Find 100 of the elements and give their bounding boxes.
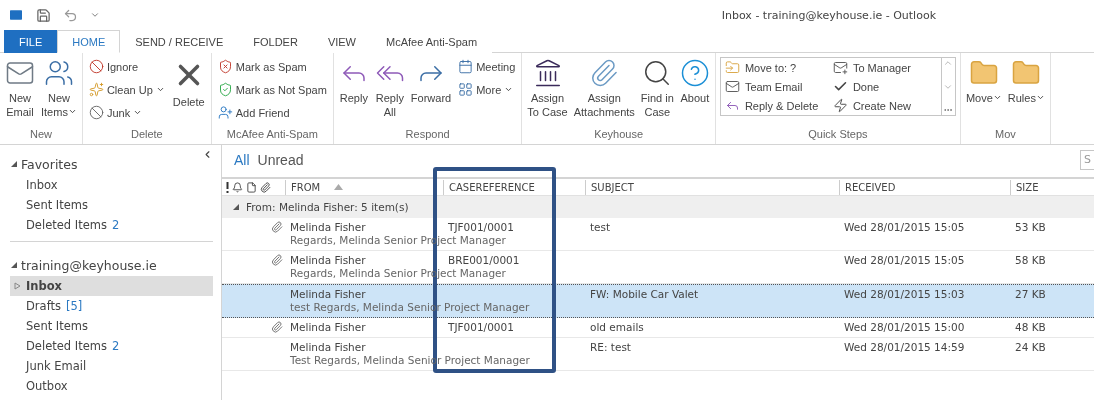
expanded-icon[interactable] [232,203,240,211]
ribbon-button[interactable]: Add Friend [215,102,329,123]
ribbon-button[interactable]: Move [964,56,1003,107]
ribbon-button[interactable]: Ignore [86,56,167,77]
folder-name: Sent Items [26,319,88,333]
ribbon-button[interactable]: More [456,79,518,100]
received-date: Wed 28/01/2015 15:05 [843,254,966,266]
sender-name: Melinda Fisher [289,254,367,266]
item-count: 2 [111,218,120,232]
received-date: Wed 28/01/2015 15:00 [843,321,966,333]
folder-item[interactable]: Junk Email [10,356,213,376]
undo-icon[interactable] [63,7,78,23]
case-reference: TJF001/0001 [447,321,515,333]
subject-text: test [589,221,612,233]
folder-item[interactable]: Deleted Items 2 [10,215,213,235]
expand-icon[interactable] [14,282,21,290]
column-header[interactable]: RECEIVED [839,179,1010,195]
quick-step[interactable]: To Manager [830,58,939,77]
ribbon-button[interactable]: Forward [409,56,453,107]
group-label: Mov [995,128,1016,142]
ribbon-button[interactable]: Assign Attachments [572,56,636,121]
column-header[interactable]: CASEREFERENCE [443,179,585,195]
ribbon-button[interactable]: Reply [337,56,370,107]
message-row[interactable]: Melinda Fisher TJF001/0001 old emails Wed 28/01/2015 15:00 48 KB [222,318,1094,338]
ribbon-button[interactable]: New Email [4,56,36,121]
not-spam-icon [217,82,233,97]
importance-icon[interactable] [226,181,229,193]
group-label: McAfee Anti-Spam [226,128,318,142]
ribbon-button[interactable]: New Items [40,56,78,121]
received-date: Wed 28/01/2015 15:05 [843,221,966,233]
group-label: Keyhouse [594,128,644,142]
ribbon-tab[interactable]: HOME [57,30,121,53]
folder-item[interactable]: Inbox [10,175,213,195]
case-reference: BRE001/0001 [447,254,521,266]
ribbon-button[interactable]: Delete [170,56,207,111]
document-icon[interactable] [246,181,257,193]
add-friend-icon [217,105,233,120]
ribbon-button[interactable]: Meeting [456,56,518,77]
section-label[interactable]: Favorites [21,156,78,172]
folder-item[interactable]: Inbox [10,276,213,296]
paperclip-icon [589,58,620,88]
quick-step[interactable]: Move to: ? [722,58,831,77]
group-label: From: Melinda Fisher: 5 item(s) [246,201,409,213]
ribbon-button[interactable]: About [678,56,711,107]
more-icon [458,82,474,97]
sender-name: Melinda Fisher [289,221,367,233]
filter-tab[interactable]: All [234,152,250,168]
window-title: Inbox - training@keyhouse.ie - Outlook [721,8,936,22]
calendar-icon [458,59,474,74]
group-label: Respond [405,128,450,142]
ribbon-button[interactable]: Clean Up [86,79,167,100]
quick-step[interactable]: Done [830,77,939,96]
folder-name: Outbox [26,379,68,393]
ribbon-button[interactable]: Assign To Case [526,56,569,121]
ribbon-button[interactable]: Mark as Not Spam [215,79,329,100]
app-logo-icon[interactable] [8,7,24,23]
lightning-icon [832,98,848,113]
item-count: 2 [111,339,120,353]
ribbon-button[interactable]: Junk [86,102,167,123]
quick-step[interactable]: Create New [830,96,939,115]
folder-name: Inbox [26,178,58,192]
folder-name: Deleted Items [26,218,107,232]
ribbon-button[interactable]: Find in Case [639,56,675,121]
size-text: 48 KB [1014,321,1047,333]
folder-name: Deleted Items [26,339,107,353]
filter-tab[interactable]: Unread [257,152,304,168]
save-icon[interactable] [36,7,51,23]
expanded-icon[interactable] [10,261,18,269]
ribbon-button[interactable]: Rules [1006,56,1046,107]
size-text: 53 KB [1014,221,1047,233]
group-header[interactable]: From: Melinda Fisher: 5 item(s) [222,196,1094,218]
quick-step[interactable]: Reply & Delete [722,96,831,115]
ribbon-button[interactable]: Reply All [373,56,406,121]
quick-step[interactable]: Team Email [722,77,831,96]
column-header[interactable]: SIZE [1010,179,1094,195]
folder-item[interactable]: Drafts [5] [10,296,213,316]
help-icon [679,58,710,88]
folder-item[interactable]: Deleted Items 2 [10,336,213,356]
folder-name: Inbox [26,279,63,293]
subject-text: RE: test [589,341,632,353]
folder-item[interactable]: Outbox [10,376,213,396]
spam-icon [217,59,233,74]
expanded-icon[interactable] [10,160,18,168]
received-date: Wed 28/01/2015 14:59 [843,341,966,353]
folder-name: Drafts [26,299,61,313]
ribbon-button[interactable]: Mark as Spam [215,56,329,77]
ignore-icon [88,59,104,74]
folder-item[interactable]: Sent Items [10,195,213,215]
section-label[interactable]: training@keyhouse.ie [21,257,157,273]
folder-item[interactable]: Sent Items [10,316,213,336]
column-header[interactable]: SUBJECT [585,179,839,195]
reminder-icon[interactable] [232,181,243,193]
clean-up-icon [88,82,104,97]
received-date: Wed 28/01/2015 15:03 [843,288,966,300]
paperclip-icon[interactable] [260,181,271,193]
column-header[interactable]: FROM [285,179,443,195]
group-label: New [29,128,52,142]
case-reference: TJF001/0001 [447,221,515,233]
ribbon-tab[interactable]: FILE [4,30,58,53]
junk-icon [88,105,104,120]
